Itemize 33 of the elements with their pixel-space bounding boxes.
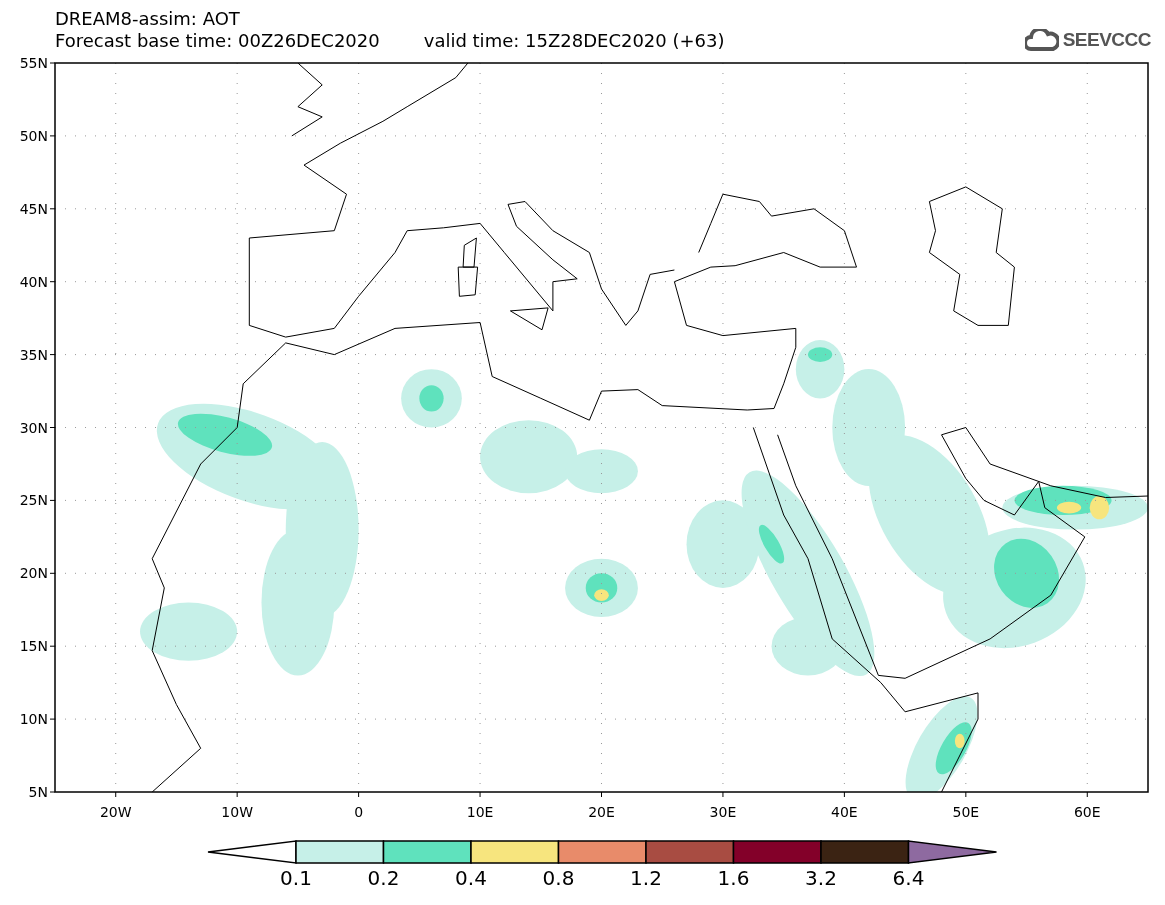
longitude-label: 10E bbox=[466, 804, 494, 820]
latitude-label: 35N bbox=[19, 346, 48, 363]
longitude-label: 20E bbox=[588, 804, 615, 820]
valid-time-label: valid time: 15Z28DEC2020 (+63) bbox=[423, 30, 725, 52]
cloud-icon bbox=[1024, 29, 1059, 52]
longitude-label: 0 bbox=[354, 804, 364, 820]
latitude-label: 30N bbox=[19, 419, 48, 436]
longitude-label: 10W bbox=[221, 804, 253, 820]
latitude-label: 15N bbox=[19, 638, 48, 655]
longitude-label: 40E bbox=[831, 804, 858, 820]
latitude-label: 5N bbox=[28, 784, 48, 800]
colorbar-label: 6.4 bbox=[892, 866, 925, 890]
longitude-label: 30E bbox=[709, 804, 737, 820]
colorbar-label: 1.6 bbox=[717, 866, 750, 890]
latitude-label: 20N bbox=[19, 565, 48, 582]
logo-text: SEEVCCC bbox=[1062, 28, 1151, 52]
latitude-label: 50N bbox=[19, 127, 48, 144]
longitude-label: 20W bbox=[99, 804, 132, 820]
colorbar-label: 0.1 bbox=[280, 866, 312, 890]
latitude-label: 40N bbox=[19, 273, 48, 290]
latitude-label: 25N bbox=[19, 492, 48, 509]
chart-title: DREAM8-assim: AOT bbox=[55, 8, 241, 30]
colorbar-label: 3.2 bbox=[805, 866, 837, 890]
latitude-label: 45N bbox=[19, 200, 48, 217]
colorbar-label: 1.2 bbox=[630, 866, 662, 890]
longitude-label: 60E bbox=[1073, 804, 1101, 820]
colorbar-label: 0.2 bbox=[367, 866, 400, 890]
latitude-label: 55N bbox=[19, 58, 48, 71]
longitude-label: 50E bbox=[952, 804, 980, 820]
base-time-label: Forecast base time: 00Z26DEC2020 bbox=[55, 30, 380, 52]
colorbar-label: 0.8 bbox=[542, 866, 575, 890]
latitude-label: 10N bbox=[19, 711, 48, 728]
colorbar-label: 0.4 bbox=[455, 866, 487, 890]
